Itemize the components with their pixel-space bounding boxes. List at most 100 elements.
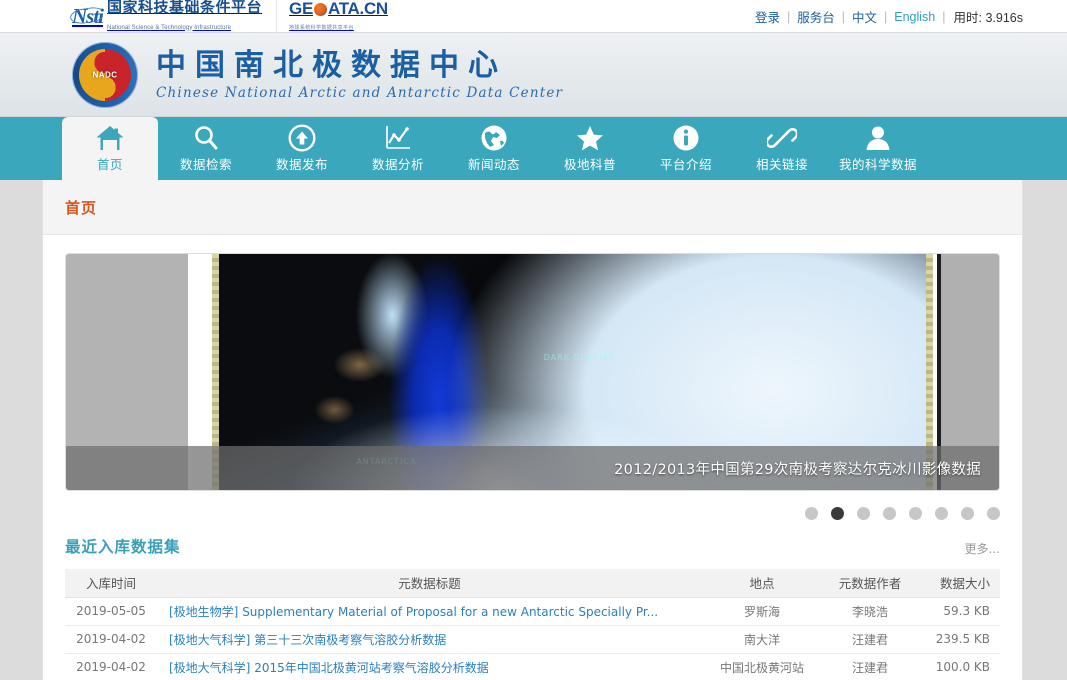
nav-label-polar-science: 极地科普 (564, 154, 616, 173)
lang-chinese-link[interactable]: 中文 (845, 7, 884, 26)
nsti-logo[interactable]: Nsti 国家科技基础条件平台 National Science & Techn… (72, 0, 262, 33)
main-navigation-inner: 首页 数据检索 数据发布 数据分析 新闻动态 (0, 117, 1067, 180)
chart-line-icon (383, 124, 413, 152)
cell-time: 2019-05-05 (65, 597, 157, 625)
site-title-en: Chinese National Arctic and Antarctic Da… (156, 85, 563, 101)
geodata-logo-main: GE ATA.CN (289, 0, 388, 17)
cell-place: 中国北极黄河站 (702, 653, 822, 680)
page-title: 首页 (65, 197, 97, 218)
column-header-title[interactable]: 元数据标题 (157, 569, 702, 597)
nsti-logo-cn: 国家科技基础条件平台 (107, 0, 262, 16)
carousel-dot-2[interactable] (831, 507, 844, 520)
cell-time: 2019-04-02 (65, 653, 157, 680)
carousel-dot-1[interactable] (805, 507, 818, 520)
dataset-title-link[interactable]: [极地大气科学] 第三十三次南极考察气溶胶分析数据 (169, 633, 446, 647)
carousel-overlay-label-left: DARK GLACIER (544, 353, 616, 362)
nsti-logo-text: 国家科技基础条件平台 National Science & Technology… (107, 0, 262, 33)
cell-time: 2019-04-02 (65, 625, 157, 653)
carousel-dot-3[interactable] (857, 507, 870, 520)
page-timing-value: 3.916s (985, 11, 1023, 25)
nsti-mark: Nsti (72, 6, 103, 27)
carousel-dot-5[interactable] (909, 507, 922, 520)
top-utility-bar-inner: Nsti 国家科技基础条件平台 National Science & Techn… (0, 0, 1067, 33)
nav-label-news: 新闻动态 (468, 154, 520, 173)
nav-item-data-analysis[interactable]: 数据分析 (350, 117, 446, 180)
page-body: 首页 DARK GLACIER ANTARCTICA 2012/2013年中国第… (0, 180, 1067, 620)
geodata-logo-main-left: GE (289, 0, 313, 17)
star-icon (575, 124, 605, 152)
recent-datasets-title: 最近入库数据集 (65, 535, 181, 557)
recent-datasets-header: 最近入库数据集 更多... (65, 529, 1000, 557)
dataset-category: [极地大气科学] (169, 661, 254, 675)
top-utility-bar: Nsti 国家科技基础条件平台 National Science & Techn… (0, 0, 1067, 33)
cell-title[interactable]: [极地大气科学] 2015年中国北极黄河站考察气溶胶分析数据 (157, 653, 702, 680)
table-row[interactable]: 2019-05-05 [极地生物学] Supplementary Material… (65, 597, 1000, 625)
carousel-dot-6[interactable] (935, 507, 948, 520)
cell-title[interactable]: [极地大气科学] 第三十三次南极考察气溶胶分析数据 (157, 625, 702, 653)
recent-datasets-table-body: 2019-05-05 [极地生物学] Supplementary Material… (65, 597, 1000, 680)
table-row[interactable]: 2019-04-02 [极地大气科学] 2015年中国北极黄河站考察气溶胶分析数据… (65, 653, 1000, 680)
table-header-row: 入库时间 元数据标题 地点 元数据作者 数据大小 (65, 569, 1000, 597)
cell-author: 汪建君 (822, 653, 918, 680)
top-utility-links: 登录 | 服务台 | 中文 | English | 用时: 3.916s (748, 0, 1023, 33)
cell-size: 239.5 KB (918, 625, 1000, 653)
link-chain-icon (767, 124, 797, 152)
nav-label-data-search: 数据检索 (180, 154, 232, 173)
main-navigation: 首页 数据检索 数据发布 数据分析 新闻动态 (0, 117, 1067, 180)
dataset-category: [极地大气科学] (169, 633, 254, 647)
info-circle-icon (672, 124, 700, 152)
dataset-title-link[interactable]: [极地生物学] Supplementary Material of Propos… (169, 605, 658, 619)
site-title-cn: 中国南北极数据中心 (156, 49, 563, 84)
cell-place: 南大洋 (702, 625, 822, 653)
column-header-place[interactable]: 地点 (702, 569, 822, 597)
dataset-title-link[interactable]: [极地大气科学] 2015年中国北极黄河站考察气溶胶分析数据 (169, 661, 489, 675)
table-row[interactable]: 2019-04-02 [极地大气科学] 第三十三次南极考察气溶胶分析数据 南大洋汪建… (65, 625, 1000, 653)
cell-author: 李晓浩 (822, 597, 918, 625)
service-desk-link[interactable]: 服务台 (790, 7, 842, 26)
cell-place: 罗斯海 (702, 597, 822, 625)
login-link[interactable]: 登录 (748, 7, 787, 26)
column-header-time[interactable]: 入库时间 (65, 569, 157, 597)
cell-author: 汪建君 (822, 625, 918, 653)
nav-label-my-data: 我的科学数据 (839, 154, 917, 173)
upload-circle-icon (288, 124, 316, 152)
nav-label-related-links: 相关链接 (756, 154, 808, 173)
nav-item-data-publish[interactable]: 数据发布 (254, 117, 350, 180)
nav-label-platform-intro: 平台介绍 (660, 154, 712, 173)
masthead: NADC 中国南北极数据中心 Chinese National Arctic a… (0, 33, 1067, 117)
globe-icon (314, 3, 327, 16)
lang-english-link[interactable]: English (887, 10, 942, 24)
page-timing: 用时: 3.916s (946, 7, 1024, 26)
carousel-dots[interactable] (805, 507, 1000, 520)
site-title-block[interactable]: 中国南北极数据中心 Chinese National Arctic and An… (156, 49, 563, 101)
geodata-logo[interactable]: GE ATA.CN 地球系统科学数据共享平台 (276, 0, 388, 33)
masthead-inner: NADC 中国南北极数据中心 Chinese National Arctic a… (0, 33, 1067, 117)
home-icon (95, 124, 125, 152)
carousel-dot-7[interactable] (961, 507, 974, 520)
nav-item-platform-intro[interactable]: 平台介绍 (638, 117, 734, 180)
nsti-logo-en: National Science & Technology Infrastruc… (107, 25, 231, 31)
carousel-dot-4[interactable] (883, 507, 896, 520)
nav-label-home: 首页 (97, 154, 123, 173)
column-header-author[interactable]: 元数据作者 (822, 569, 918, 597)
nav-item-home[interactable]: 首页 (62, 117, 158, 180)
geodata-logo-main-right: ATA.CN (328, 0, 388, 17)
carousel-viewport[interactable]: DARK GLACIER ANTARCTICA 2012/2013年中国第29次… (65, 253, 1000, 491)
dataset-category: [极地生物学] (169, 605, 242, 619)
page-timing-label: 用时: (954, 11, 982, 25)
site-emblem-icon[interactable]: NADC (72, 42, 138, 108)
carousel-dot-8[interactable] (987, 507, 1000, 520)
carousel[interactable]: DARK GLACIER ANTARCTICA 2012/2013年中国第29次… (65, 253, 1000, 491)
recent-datasets-more-link[interactable]: 更多... (965, 540, 1000, 557)
recent-datasets-table: 入库时间 元数据标题 地点 元数据作者 数据大小 2019-05-05 [极地生物… (65, 569, 1000, 680)
nav-item-polar-science[interactable]: 极地科普 (542, 117, 638, 180)
carousel-caption: 2012/2013年中国第29次南极考察达尔克冰川影像数据 (614, 458, 981, 479)
nav-item-data-search[interactable]: 数据检索 (158, 117, 254, 180)
column-header-size[interactable]: 数据大小 (918, 569, 1000, 597)
geodata-logo-sub: 地球系统科学数据共享平台 (289, 25, 354, 31)
nav-label-data-analysis: 数据分析 (372, 154, 424, 173)
nav-item-news[interactable]: 新闻动态 (446, 117, 542, 180)
nav-item-my-data[interactable]: 我的科学数据 (830, 117, 926, 180)
cell-title[interactable]: [极地生物学] Supplementary Material of Propos… (157, 597, 702, 625)
nav-item-related-links[interactable]: 相关链接 (734, 117, 830, 180)
